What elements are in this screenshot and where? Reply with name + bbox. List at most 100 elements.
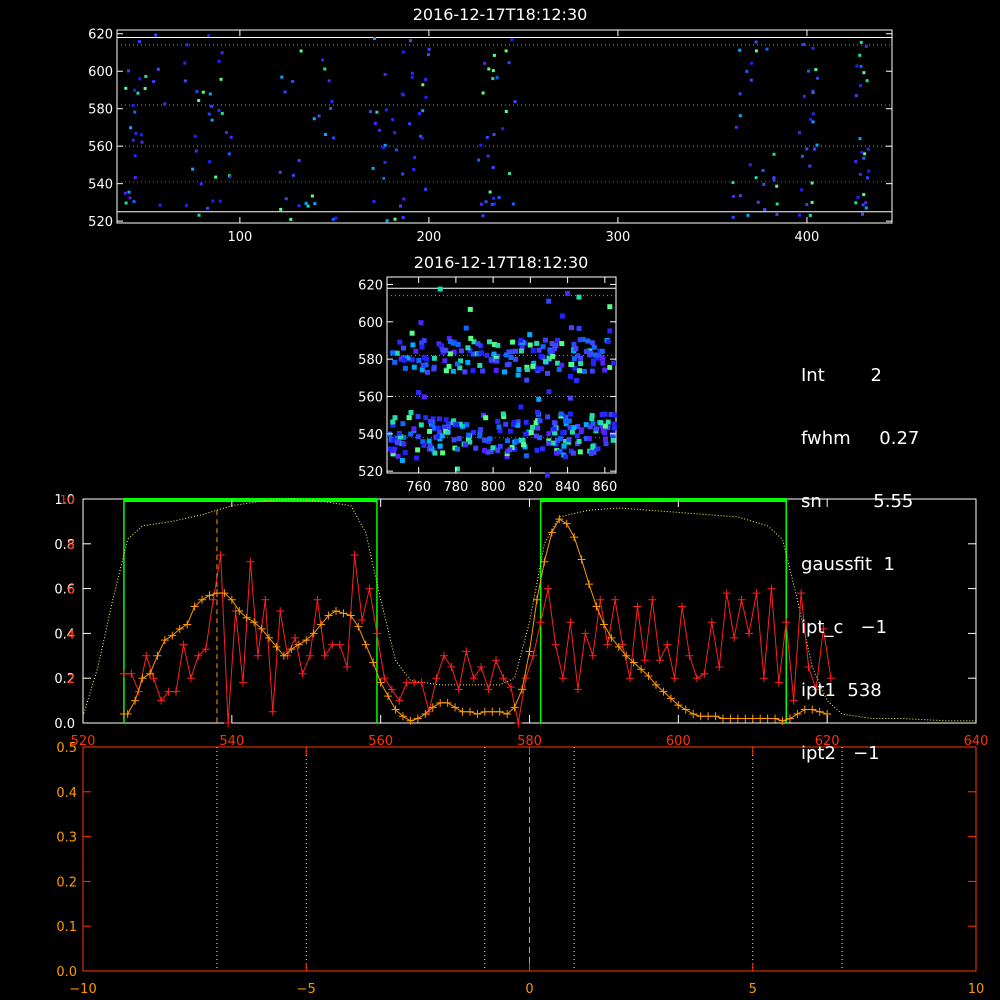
spectrum-y-tick-label: 0.0 [54, 717, 75, 732]
image-pixel [775, 184, 779, 188]
red-series-point [343, 663, 352, 671]
image-pixel [138, 40, 141, 44]
orange-series-point [763, 714, 772, 723]
red-series-point [432, 674, 441, 683]
image-pixel [588, 451, 594, 457]
image-pixel [144, 75, 148, 78]
red-series-point [789, 696, 798, 705]
image-pixel [749, 78, 753, 82]
image-pixel [478, 427, 484, 433]
red-series-point [224, 719, 233, 727]
red-series-point [588, 651, 597, 660]
spectrum-secondary-y-label: 8 [67, 538, 75, 552]
spectrum-secondary-y-label: 4 [67, 627, 75, 641]
image-pixel [373, 121, 377, 125]
image-pixel [152, 80, 156, 84]
image-pixel [217, 59, 221, 63]
x-tick-label: 860 [592, 480, 617, 495]
red-series-point [298, 669, 307, 678]
image-pixel [207, 34, 211, 38]
image-pixel [465, 359, 471, 365]
image-pixel [383, 160, 387, 164]
image-pixel [393, 131, 397, 135]
image-pixel [578, 355, 584, 361]
image-pixel [424, 95, 428, 99]
image-pixel [756, 200, 760, 204]
image-pixel [443, 368, 449, 374]
image-pixel [859, 84, 863, 88]
image-pixel [497, 443, 503, 449]
image-pixel [589, 368, 595, 374]
image-pixel [462, 369, 468, 375]
image-pixel [503, 352, 509, 358]
image-pixel [158, 203, 162, 207]
bottom-x-tick-label: −10 [69, 982, 96, 997]
spectrum-secondary-y-label: 6 [67, 583, 75, 597]
red-series-point [536, 618, 545, 627]
red-series-point [305, 651, 314, 660]
image-pixel [383, 72, 387, 76]
image-pixel [466, 432, 472, 438]
image-pixel [206, 206, 209, 210]
red-series-point [648, 595, 657, 604]
image-pixel [576, 325, 582, 331]
image-pixel [802, 42, 806, 46]
image-pixel [763, 208, 767, 211]
image-pixel [439, 433, 445, 439]
image-pixel [500, 411, 506, 417]
image-pixel [195, 89, 199, 93]
orange-series-point [384, 692, 393, 701]
image-pixel [197, 99, 201, 102]
image-pixel [856, 195, 860, 199]
red-series-point [521, 674, 530, 683]
orange-series-point [138, 674, 147, 683]
image-pixel [332, 136, 336, 140]
image-pixel [133, 154, 137, 158]
spectrum-secondary-y-label: 2 [67, 672, 75, 686]
red-series-point [410, 678, 419, 687]
image-pixel [390, 350, 396, 356]
image-pixel [372, 200, 376, 204]
image-pixel [527, 342, 533, 348]
red-series-point [372, 629, 381, 638]
image-pixel [467, 306, 473, 312]
image-pixel [864, 44, 868, 48]
image-pixel [809, 118, 813, 121]
image-pixel [487, 339, 492, 345]
image-pixel [451, 437, 457, 443]
image-pixel [428, 419, 434, 424]
image-pixel [536, 396, 542, 402]
image-pixel [479, 143, 483, 147]
image-pixel [577, 368, 582, 374]
orange-series-point [339, 609, 348, 618]
image-pixel [401, 172, 405, 176]
top-image-panel: 2016-12-17T18:12:30 100 200 300 400 520 540 5… [88, 5, 893, 245]
orange-series-point [458, 707, 467, 716]
image-pixel [214, 175, 218, 179]
image-pixel [501, 127, 505, 131]
image-pixel [807, 69, 810, 73]
image-pixel [862, 71, 866, 75]
image-pixel [754, 176, 758, 180]
image-pixel [132, 200, 136, 204]
image-pixel [134, 131, 138, 135]
image-pixel [218, 199, 222, 203]
image-pixel [523, 431, 529, 437]
image-pixel [124, 86, 128, 90]
image-pixel [605, 339, 611, 345]
image-pixel [473, 445, 479, 451]
red-series-point [492, 656, 501, 665]
image-pixel [543, 337, 548, 343]
image-pixel [492, 196, 496, 200]
image-pixel [210, 118, 214, 122]
image-pixel [507, 61, 511, 65]
image-pixel [479, 202, 483, 206]
image-pixel [410, 342, 416, 348]
image-pixel [297, 204, 301, 208]
red-series-point [700, 669, 709, 678]
image-pixel [435, 425, 441, 431]
image-pixel [463, 325, 469, 331]
image-pixel [491, 77, 495, 81]
red-series-point [350, 551, 359, 559]
image-pixel [577, 337, 583, 343]
